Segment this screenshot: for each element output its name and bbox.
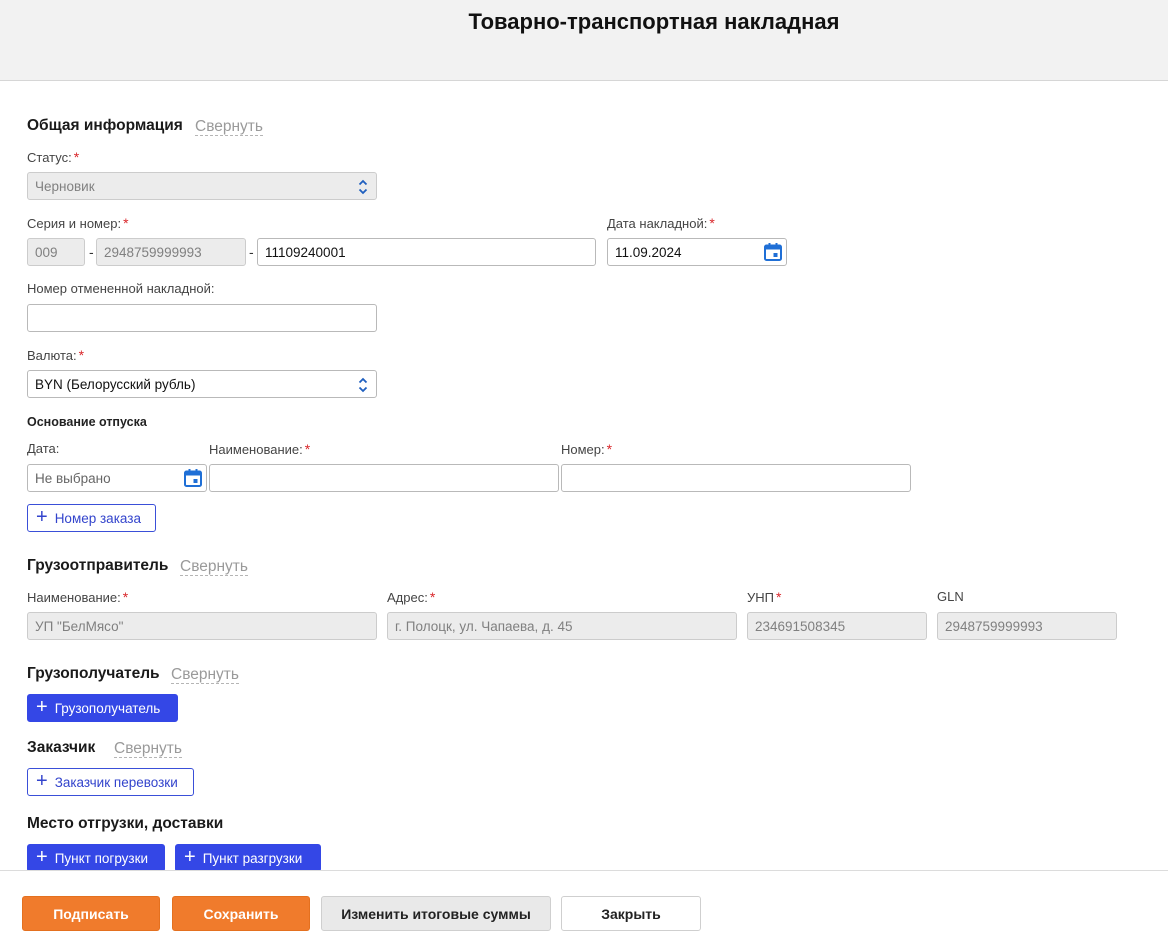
add-loading-point-label: Пункт погрузки [54, 850, 149, 866]
plus-icon: + [36, 506, 48, 528]
collapse-customer-link[interactable]: Свернуть [114, 741, 182, 758]
basis-date-placeholder: Не выбрано [35, 470, 111, 486]
section-title-consignee: Грузополучатель [27, 665, 160, 682]
sign-button[interactable]: Подписать [22, 896, 160, 931]
basis-name-label: Наименование: * [209, 441, 311, 457]
shipper-unp-label: УНП * [747, 589, 782, 605]
add-customer-label: Заказчик перевозки [54, 774, 178, 790]
add-order-number-label: Номер заказа [54, 510, 141, 526]
calendar-icon[interactable] [183, 468, 203, 488]
add-order-number-button[interactable]: + Номер заказа [27, 504, 156, 532]
section-title-shipper: Грузоотправитель [27, 557, 169, 574]
section-title-general: Общая информация [27, 117, 183, 134]
basis-date-input[interactable]: Не выбрано [27, 464, 207, 492]
add-loading-point-button[interactable]: + Пункт погрузки [27, 844, 165, 872]
add-unloading-point-label: Пункт разгрузки [202, 850, 303, 866]
cancelled-number-input[interactable] [27, 304, 377, 332]
status-label: Статус: * [27, 149, 80, 165]
footer-bar: Подписать Сохранить Изменить итоговые су… [0, 870, 1168, 943]
collapse-consignee-link[interactable]: Свернуть [171, 667, 239, 684]
page-title: Товарно-транспортная накладная [468, 9, 840, 34]
date-label: Дата накладной: * [607, 215, 715, 231]
section-title-customer: Заказчик [27, 739, 96, 756]
series-label: Серия и номер: * [27, 215, 129, 231]
change-totals-button[interactable]: Изменить итоговые суммы [321, 896, 551, 931]
add-unloading-point-button[interactable]: + Пункт разгрузки [175, 844, 321, 872]
invoice-date-value: 11.09.2024 [615, 244, 682, 260]
page-header: Товарно-транспортная накладная [0, 0, 1168, 81]
basis-number-label: Номер: * [561, 441, 613, 457]
series-field-1: 009 [27, 238, 85, 266]
basis-date-label: Дата: [27, 441, 60, 456]
section-title-places: Место отгрузки, доставки [27, 815, 224, 832]
collapse-general-link[interactable]: Свернуть [195, 119, 263, 136]
shipper-address-field: г. Полоцк, ул. Чапаева, д. 45 [387, 612, 737, 640]
currency-value: BYN (Белорусский рубль) [35, 376, 196, 392]
chevron-up-down-icon [358, 377, 368, 393]
add-consignee-button[interactable]: + Грузополучатель [27, 694, 178, 722]
series-number-input[interactable]: 11109240001 [257, 238, 596, 266]
cancelled-number-label: Номер отмененной накладной: [27, 281, 215, 296]
currency-label: Валюта: * [27, 347, 85, 363]
series-separator: - [89, 244, 94, 260]
plus-icon: + [184, 846, 196, 868]
currency-select[interactable]: BYN (Белорусский рубль) [27, 370, 377, 398]
invoice-date-input[interactable]: 11.09.2024 [607, 238, 787, 266]
plus-icon: + [36, 770, 48, 792]
save-button[interactable]: Сохранить [172, 896, 310, 931]
calendar-icon[interactable] [763, 242, 783, 262]
series-separator: - [249, 244, 254, 260]
shipper-name-label: Наименование: * [27, 589, 129, 605]
basis-name-input[interactable] [209, 464, 559, 492]
shipper-address-label: Адрес: * [387, 589, 436, 605]
status-value: Черновик [35, 178, 95, 194]
close-button[interactable]: Закрыть [561, 896, 701, 931]
shipper-name-field: УП "БелМясо" [27, 612, 377, 640]
shipper-gln-label: GLN [937, 589, 964, 604]
chevron-up-down-icon [358, 179, 368, 195]
plus-icon: + [36, 846, 48, 868]
add-consignee-label: Грузополучатель [54, 700, 161, 716]
basis-title: Основание отпуска [27, 415, 147, 429]
status-select[interactable]: Черновик [27, 172, 377, 200]
plus-icon: + [36, 696, 48, 718]
basis-number-input[interactable] [561, 464, 911, 492]
series-field-2: 2948759999993 [96, 238, 246, 266]
collapse-shipper-link[interactable]: Свернуть [180, 559, 248, 576]
add-customer-button[interactable]: + Заказчик перевозки [27, 768, 194, 796]
shipper-unp-field: 234691508345 [747, 612, 927, 640]
shipper-gln-field: 2948759999993 [937, 612, 1117, 640]
